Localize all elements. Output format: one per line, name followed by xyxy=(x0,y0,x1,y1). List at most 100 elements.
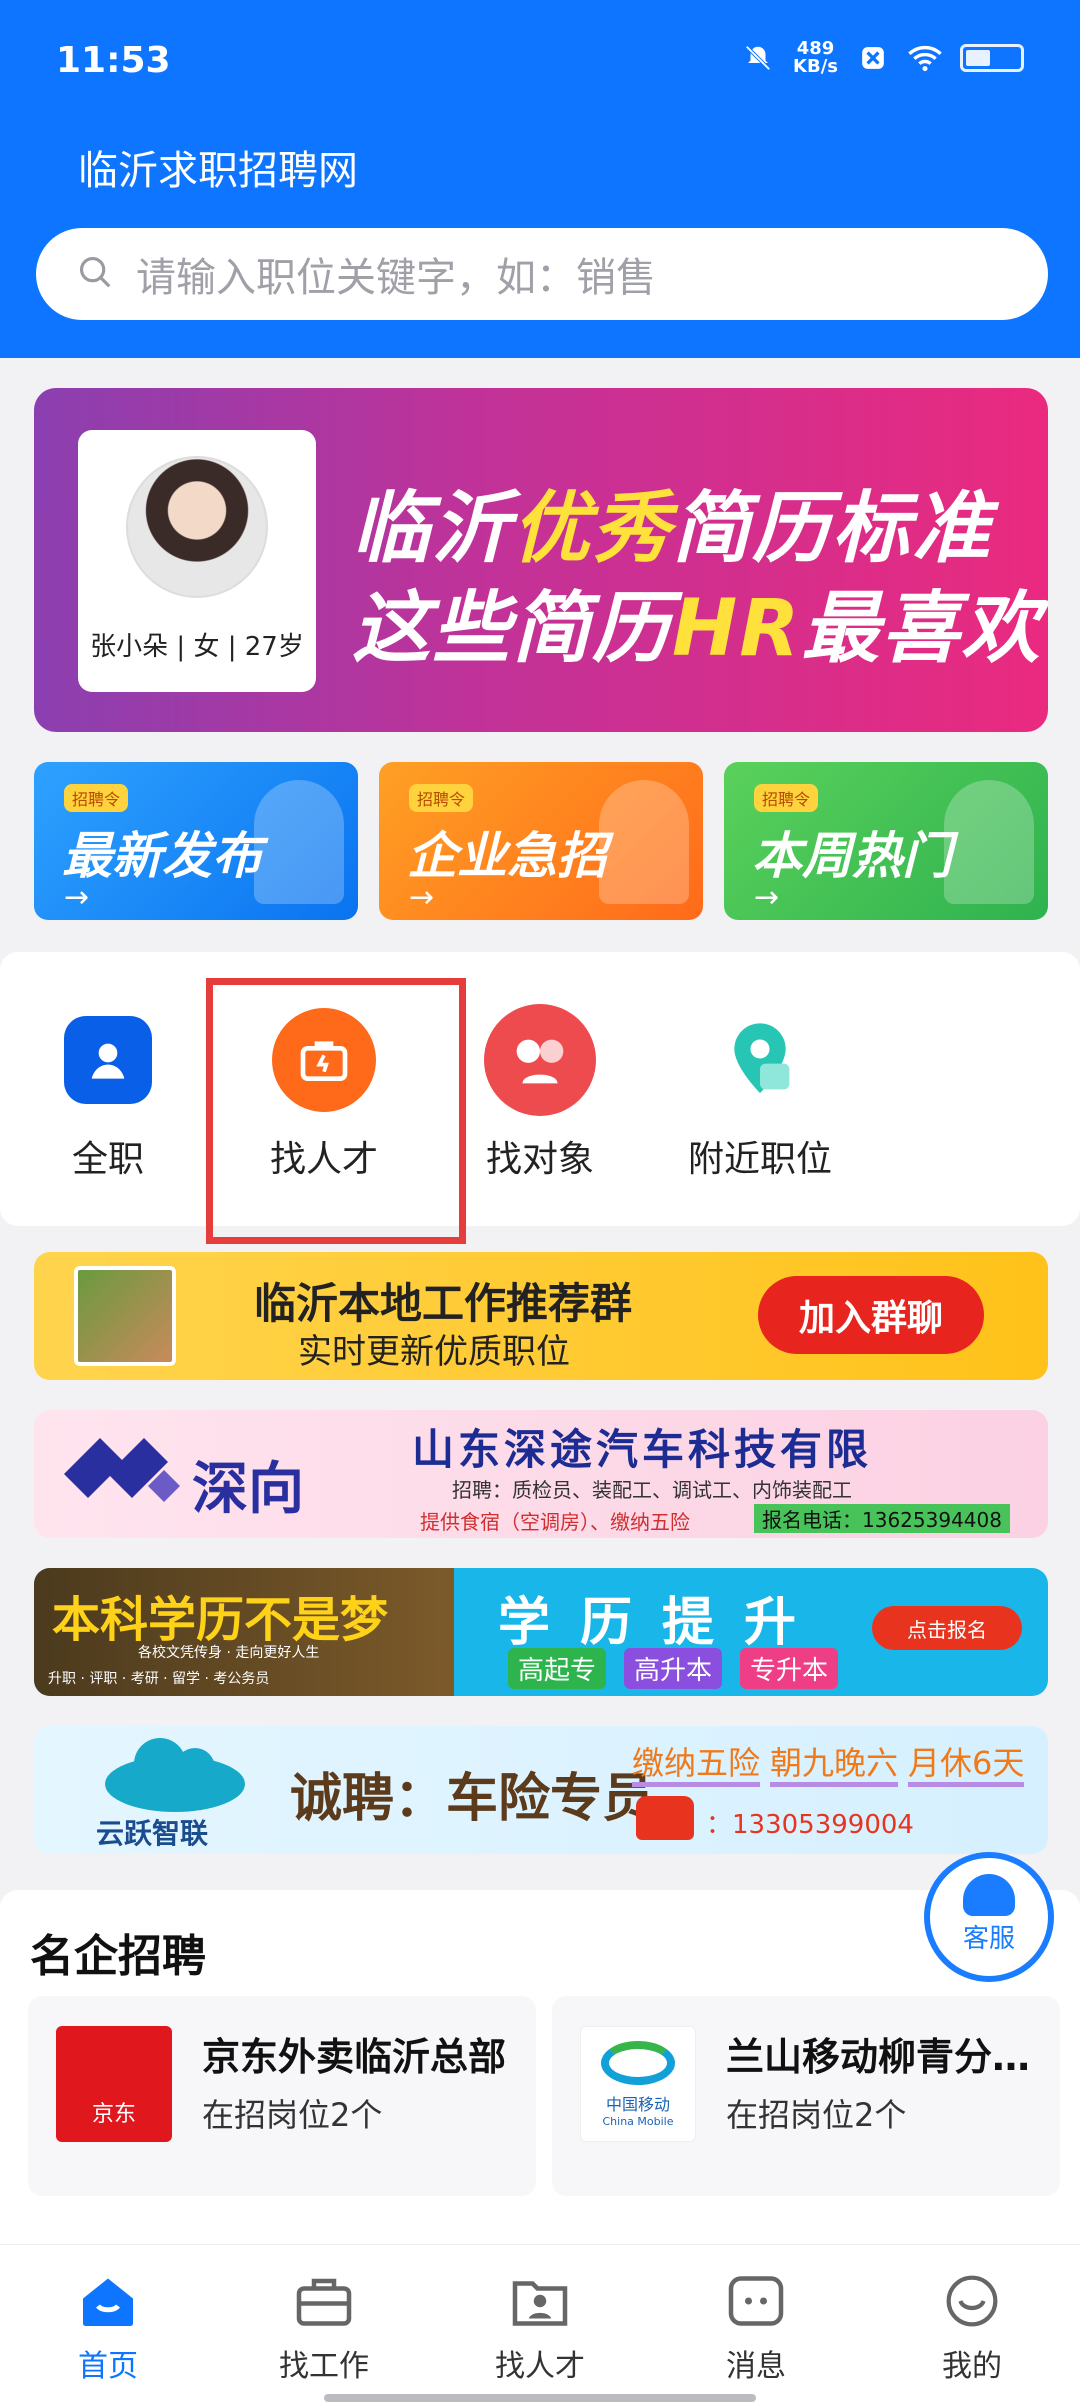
person-illustration-icon xyxy=(254,780,344,904)
company-cards: 京东 京东外卖临沂总部 在招岗位2个 中国移动 China Mobile 兰山移… xyxy=(28,1996,1060,2196)
nav-profile[interactable]: 我的 xyxy=(882,2271,1062,2385)
promo-tag: 招聘令 xyxy=(754,784,819,812)
ad-phone: 报名电话：13625394408 xyxy=(754,1504,1010,1533)
search-input[interactable]: 请输入职位关键字，如：销售 xyxy=(136,245,656,303)
promo-title: 企业急招 xyxy=(407,827,607,885)
header: 11:53 489 KB/s 临沂求职招聘网 请输入职位关键字，如：销售 xyxy=(0,0,1080,358)
app-title: 临沂求职招聘网 xyxy=(78,148,358,194)
quick-nearby-jobs[interactable]: 附近职位 xyxy=(668,952,852,1182)
net-speed: 489 KB/s xyxy=(793,40,838,76)
banner-headline-2: 这些简历HR最喜欢 xyxy=(352,566,1041,678)
ad-brand: 深向 xyxy=(192,1457,304,1522)
customer-service-label: 客服 xyxy=(962,1924,1015,1954)
net-speed-unit: KB/s xyxy=(793,56,838,77)
quick-fulltime[interactable]: 全职 xyxy=(18,952,198,1182)
quick-label: 全职 xyxy=(71,1139,144,1180)
ad-yunyue[interactable]: 云跃智联 诚聘：车险专员 缴纳五险 朝九晚六 月休6天 ：13305399004 xyxy=(34,1726,1048,1854)
china-mobile-logo-icon: 中国移动 China Mobile xyxy=(580,2026,696,2142)
promo-urgent[interactable]: 招聘令 企业急招 → xyxy=(379,762,703,920)
ad-title: 山东深途汽车科技有限 xyxy=(412,1425,873,1474)
ad-job-group[interactable]: 临沂本地工作推荐群 实时更新优质职位 加入群聊 xyxy=(34,1252,1048,1380)
company-openings: 在招岗位2个 xyxy=(202,2096,383,2134)
jd-logo-icon: 京东 xyxy=(56,2026,172,2142)
ad-line: 招聘：质检员、装配工、调试工、内饰装配工 xyxy=(452,1478,852,1502)
ad-chip: 高起专 xyxy=(508,1648,607,1689)
company-card[interactable]: 中国移动 China Mobile 兰山移动柳青分… 在招岗位2个 xyxy=(552,1996,1060,2196)
nav-label: 消息 xyxy=(726,2349,786,2384)
banner-text: 最喜欢 xyxy=(801,584,1042,674)
nav-label: 找工作 xyxy=(279,2349,369,2384)
quick-find-partner[interactable]: 找对象 xyxy=(450,952,630,1182)
nav-home[interactable]: 首页 xyxy=(18,2271,198,2385)
banner-text-highlight: HR xyxy=(672,584,802,674)
resume-banner[interactable]: 张小朵 | 女 | 27岁 临沂优秀简历标准 这些简历HR最喜欢 xyxy=(34,388,1048,732)
nav-find-job[interactable]: 找工作 xyxy=(234,2271,414,2385)
ad-education[interactable]: 本科学历不是梦 各校文凭传身 · 走向更好人生 升职 · 评职 · 考研 · 留… xyxy=(34,1568,1048,1696)
ad-subtitle: 实时更新优质职位 xyxy=(298,1332,570,1372)
promo-latest[interactable]: 招聘令 最新发布 → xyxy=(34,762,358,920)
ad-subtitle: 各校文凭传身 · 走向更好人生 xyxy=(138,1645,320,1661)
phone-icon xyxy=(636,1796,694,1840)
headset-icon xyxy=(963,1874,1015,1916)
profile-photo xyxy=(126,456,268,598)
ad-headline: 学历提升 xyxy=(498,1593,827,1653)
customer-service-button[interactable]: 客服 xyxy=(924,1852,1054,1982)
logo-text: 中国移动 xyxy=(605,2094,670,2114)
ad-perk: 朝九晚六 xyxy=(770,1744,899,1787)
nav-find-talent[interactable]: 找人才 xyxy=(450,2271,630,2385)
nav-messages[interactable]: 消息 xyxy=(666,2271,846,2385)
promo-title: 最新发布 xyxy=(62,827,262,885)
battery-icon xyxy=(960,44,1024,72)
company-card[interactable]: 京东 京东外卖临沂总部 在招岗位2个 xyxy=(28,1996,536,2196)
ad-perks: 缴纳五险 朝九晚六 月休6天 xyxy=(632,1738,1034,1787)
banner-text: 这些简历 xyxy=(352,584,673,674)
bottom-nav: 首页 找工作 找人才 消息 我的 xyxy=(0,2244,1080,2408)
promo-tag: 招聘令 xyxy=(64,784,129,812)
profile-text: 张小朵 | 女 | 27岁 xyxy=(90,632,304,662)
company-name: 兰山移动柳青分… xyxy=(726,2035,1031,2079)
company-openings: 在招岗位2个 xyxy=(726,2096,907,2134)
group-thumbnail xyxy=(74,1266,176,1366)
signup-button[interactable]: 点击报名 xyxy=(872,1606,1022,1650)
highlight-box xyxy=(206,978,466,1244)
logo-text: 京东 xyxy=(91,2102,136,2127)
nav-label: 找人才 xyxy=(495,2349,585,2384)
promo-row: 招聘令 最新发布 → 招聘令 企业急招 → 招聘令 本周热门 → xyxy=(34,762,1048,920)
home-icon xyxy=(76,2271,140,2331)
search-bar[interactable]: 请输入职位关键字，如：销售 xyxy=(36,228,1048,320)
megaphone-illustration-icon xyxy=(599,780,689,904)
banner-text: 临沂 xyxy=(352,484,513,574)
status-time: 11:53 xyxy=(56,40,171,81)
banner-text-highlight: 优秀 xyxy=(512,484,673,574)
ad-shenxiang[interactable]: 深向 山东深途汽车科技有限 招聘：质检员、装配工、调试工、内饰装配工 提供食宿（… xyxy=(34,1410,1048,1538)
app-notification-icon xyxy=(856,41,890,75)
nav-label: 我的 xyxy=(942,2349,1002,2384)
ad-left-panel: 本科学历不是梦 各校文凭传身 · 走向更好人生 升职 · 评职 · 考研 · 留… xyxy=(34,1568,454,1696)
quick-label: 找对象 xyxy=(485,1139,594,1180)
ad-title: 诚聘：车险专员 xyxy=(290,1769,655,1829)
briefcase-icon xyxy=(292,2271,356,2331)
promo-hot[interactable]: 招聘令 本周热门 → xyxy=(724,762,1048,920)
couple-icon xyxy=(484,1004,596,1116)
ad-perk: 月休6天 xyxy=(908,1744,1025,1787)
wifi-icon xyxy=(908,41,942,75)
ad-line: 提供食宿（空调房）、缴纳五险 xyxy=(420,1510,690,1534)
promo-tag: 招聘令 xyxy=(409,784,474,812)
arrow-icon: → xyxy=(409,880,435,915)
person-illustration-icon xyxy=(944,780,1034,904)
arrow-icon: → xyxy=(64,880,90,915)
ad-title: 临沂本地工作推荐群 xyxy=(254,1279,633,1328)
section-title: 名企招聘 xyxy=(30,1931,206,1982)
shenxiang-logo-icon xyxy=(64,1438,180,1502)
home-indicator[interactable] xyxy=(324,2394,756,2402)
ad-chips: 高起专 高升本 专升本 xyxy=(508,1648,839,1689)
ad-phone: ：13305399004 xyxy=(706,1810,914,1840)
ad-chip: 高升本 xyxy=(624,1648,723,1689)
quick-links: 全职 找人才 找对象 附近职位 xyxy=(0,952,1080,1226)
smile-icon xyxy=(940,2271,1004,2331)
ad-brand: 云跃智联 xyxy=(96,1817,209,1850)
ad-perk: 缴纳五险 xyxy=(632,1744,761,1787)
ad-line: 升职 · 评职 · 考研 · 留学 · 考公务员 xyxy=(48,1671,270,1687)
banner-headline-1: 临沂优秀简历标准 xyxy=(352,466,992,578)
join-group-button[interactable]: 加入群聊 xyxy=(758,1276,984,1354)
